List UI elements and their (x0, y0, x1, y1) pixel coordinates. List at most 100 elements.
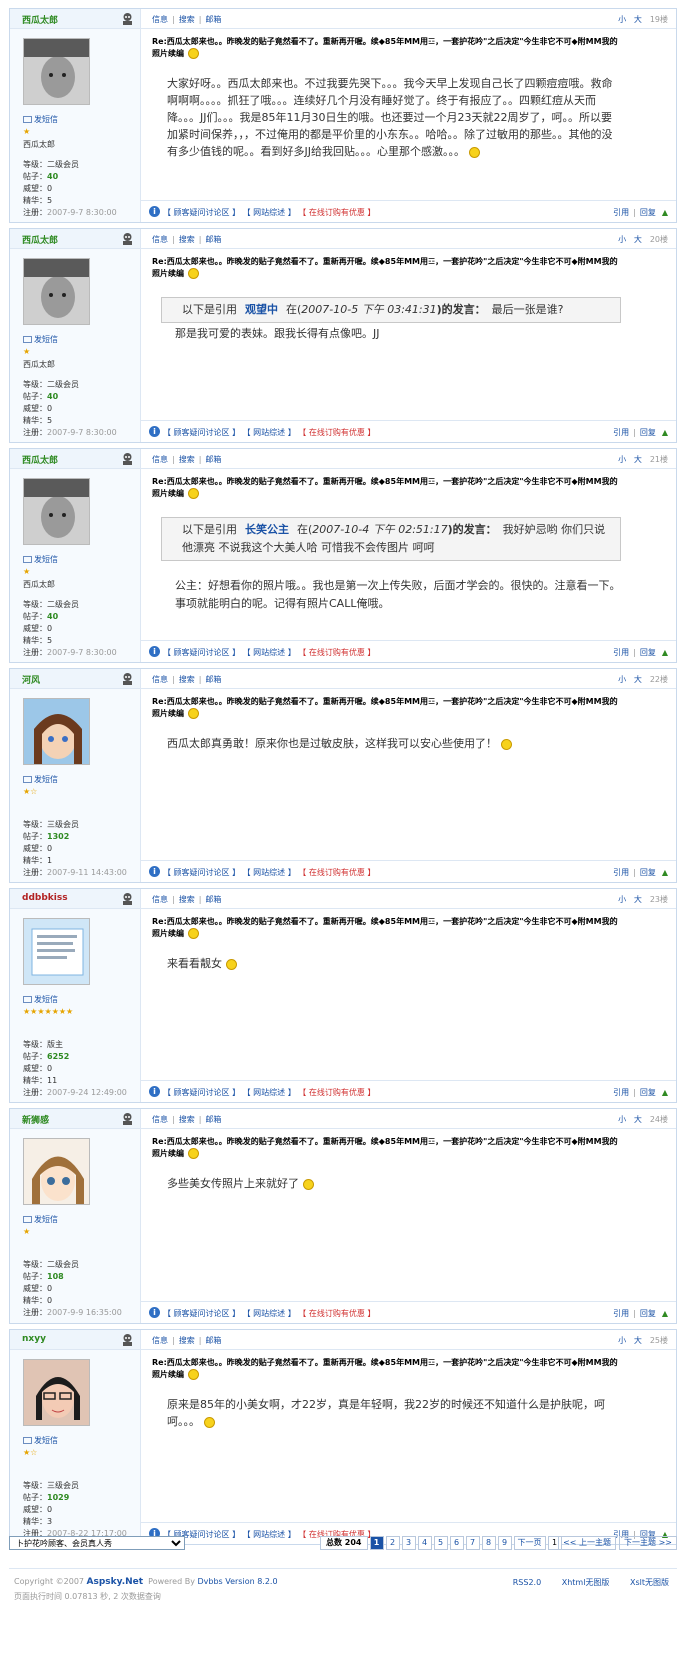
send-message-link[interactable]: 发短信 (23, 774, 58, 785)
quote-link[interactable]: 引用 (613, 868, 629, 877)
quote-link[interactable]: 引用 (613, 428, 629, 437)
mailbox-link[interactable]: 邮箱 (205, 1115, 221, 1124)
quote-link[interactable]: 引用 (613, 1088, 629, 1097)
info-link[interactable]: 信息 (152, 1115, 168, 1124)
send-message-link[interactable]: 发短信 (23, 994, 58, 1005)
send-message-link[interactable]: 发短信 (23, 1435, 58, 1446)
send-message-link[interactable]: 发短信 (23, 114, 58, 125)
send-message-link[interactable]: 发短信 (23, 554, 58, 565)
forum-support-link[interactable]: 【 顾客疑问讨论区 】 (163, 1088, 240, 1097)
search-link[interactable]: 搜索 (179, 235, 195, 244)
mailbox-link[interactable]: 邮箱 (205, 1336, 221, 1345)
brand-link[interactable]: Aspsky.Net (87, 1577, 144, 1587)
author-name-link[interactable]: nxyy (22, 1334, 46, 1344)
page-link[interactable]: 2 (385, 1536, 400, 1550)
search-link[interactable]: 搜索 (179, 895, 195, 904)
font-large-link[interactable]: 大 (634, 895, 642, 904)
reply-link[interactable]: 回复 (640, 648, 656, 657)
online-order-link[interactable]: 【 在线订购有优惠 】 (298, 208, 375, 217)
site-overview-link[interactable]: 【 网站综述 】 (243, 208, 296, 217)
site-overview-link[interactable]: 【 网站综述 】 (243, 428, 296, 437)
site-overview-link[interactable]: 【 网站综述 】 (243, 868, 296, 877)
xslt-link[interactable]: Xslt无图版 (630, 1578, 669, 1587)
forum-support-link[interactable]: 【 顾客疑问讨论区 】 (163, 428, 240, 437)
reply-link[interactable]: 回复 (640, 208, 656, 217)
quote-link[interactable]: 引用 (613, 208, 629, 217)
author-name-link[interactable]: 西瓜太郎 (22, 233, 58, 246)
page-link[interactable]: 8 (481, 1536, 496, 1550)
send-message-link[interactable]: 发短信 (23, 1214, 58, 1225)
back-to-top-icon[interactable]: ▲ (662, 1309, 668, 1318)
author-name-link[interactable]: 新狮感 (22, 1113, 49, 1126)
search-link[interactable]: 搜索 (179, 455, 195, 464)
font-small-link[interactable]: 小 (618, 235, 626, 244)
font-small-link[interactable]: 小 (618, 895, 626, 904)
mailbox-link[interactable]: 邮箱 (205, 675, 221, 684)
online-order-link[interactable]: 【 在线订购有优惠 】 (298, 1309, 375, 1318)
info-link[interactable]: 信息 (152, 895, 168, 904)
reply-link[interactable]: 回复 (640, 1309, 656, 1318)
send-message-link[interactable]: 发短信 (23, 334, 58, 345)
author-name-link[interactable]: 西瓜太郎 (22, 13, 58, 26)
font-small-link[interactable]: 小 (618, 15, 626, 24)
dvbbs-link[interactable]: Dvbbs Version 8.2.0 (197, 1577, 277, 1586)
page-link[interactable]: 6 (449, 1536, 464, 1550)
font-small-link[interactable]: 小 (618, 1115, 626, 1124)
forum-jump-select[interactable]: 卜护花吟顾客、会员真人秀 (9, 1536, 185, 1550)
author-name-link[interactable]: 河风 (22, 673, 40, 686)
page-link[interactable]: 1 (369, 1536, 384, 1550)
search-link[interactable]: 搜索 (179, 1336, 195, 1345)
site-overview-link[interactable]: 【 网站综述 】 (243, 1309, 296, 1318)
quote-link[interactable]: 引用 (613, 648, 629, 657)
font-large-link[interactable]: 大 (634, 1115, 642, 1124)
quote-link[interactable]: 引用 (613, 1309, 629, 1318)
info-link[interactable]: 信息 (152, 1336, 168, 1345)
forum-support-link[interactable]: 【 顾客疑问讨论区 】 (163, 1309, 240, 1318)
page-link[interactable]: 9 (497, 1536, 512, 1550)
page-link[interactable]: 7 (465, 1536, 480, 1550)
page-link[interactable]: 4 (417, 1536, 432, 1550)
font-small-link[interactable]: 小 (618, 455, 626, 464)
info-link[interactable]: 信息 (152, 15, 168, 24)
search-link[interactable]: 搜索 (179, 15, 195, 24)
info-link[interactable]: 信息 (152, 235, 168, 244)
font-large-link[interactable]: 大 (634, 235, 642, 244)
site-overview-link[interactable]: 【 网站综述 】 (243, 648, 296, 657)
font-large-link[interactable]: 大 (634, 1336, 642, 1345)
reply-link[interactable]: 回复 (640, 1088, 656, 1097)
online-order-link[interactable]: 【 在线订购有优惠 】 (298, 428, 375, 437)
font-large-link[interactable]: 大 (634, 15, 642, 24)
back-to-top-icon[interactable]: ▲ (662, 648, 668, 657)
online-order-link[interactable]: 【 在线订购有优惠 】 (298, 1088, 375, 1097)
info-link[interactable]: 信息 (152, 675, 168, 684)
online-order-link[interactable]: 【 在线订购有优惠 】 (298, 868, 375, 877)
next-page-link[interactable]: 下一页 (513, 1536, 546, 1550)
forum-support-link[interactable]: 【 顾客疑问讨论区 】 (163, 648, 240, 657)
next-topic-link[interactable]: 下一主题 >> (619, 1536, 677, 1550)
font-large-link[interactable]: 大 (634, 455, 642, 464)
font-small-link[interactable]: 小 (618, 675, 626, 684)
author-name-link[interactable]: ddbbkiss (22, 893, 68, 903)
forum-support-link[interactable]: 【 顾客疑问讨论区 】 (163, 868, 240, 877)
search-link[interactable]: 搜索 (179, 1115, 195, 1124)
site-overview-link[interactable]: 【 网站综述 】 (243, 1088, 296, 1097)
mailbox-link[interactable]: 邮箱 (205, 895, 221, 904)
mailbox-link[interactable]: 邮箱 (205, 235, 221, 244)
prev-topic-link[interactable]: << 上一主题 (558, 1536, 617, 1550)
back-to-top-icon[interactable]: ▲ (662, 1088, 668, 1097)
reply-link[interactable]: 回复 (640, 428, 656, 437)
font-small-link[interactable]: 小 (618, 1336, 626, 1345)
font-large-link[interactable]: 大 (634, 675, 642, 684)
online-order-link[interactable]: 【 在线订购有优惠 】 (298, 648, 375, 657)
back-to-top-icon[interactable]: ▲ (662, 868, 668, 877)
mailbox-link[interactable]: 邮箱 (205, 455, 221, 464)
info-link[interactable]: 信息 (152, 455, 168, 464)
rss-link[interactable]: RSS2.0 (513, 1578, 541, 1587)
reply-link[interactable]: 回复 (640, 868, 656, 877)
back-to-top-icon[interactable]: ▲ (662, 208, 668, 217)
page-link[interactable]: 3 (401, 1536, 416, 1550)
author-name-link[interactable]: 西瓜太郎 (22, 453, 58, 466)
back-to-top-icon[interactable]: ▲ (662, 428, 668, 437)
page-link[interactable]: 5 (433, 1536, 448, 1550)
xhtml-link[interactable]: Xhtml无图版 (562, 1578, 610, 1587)
